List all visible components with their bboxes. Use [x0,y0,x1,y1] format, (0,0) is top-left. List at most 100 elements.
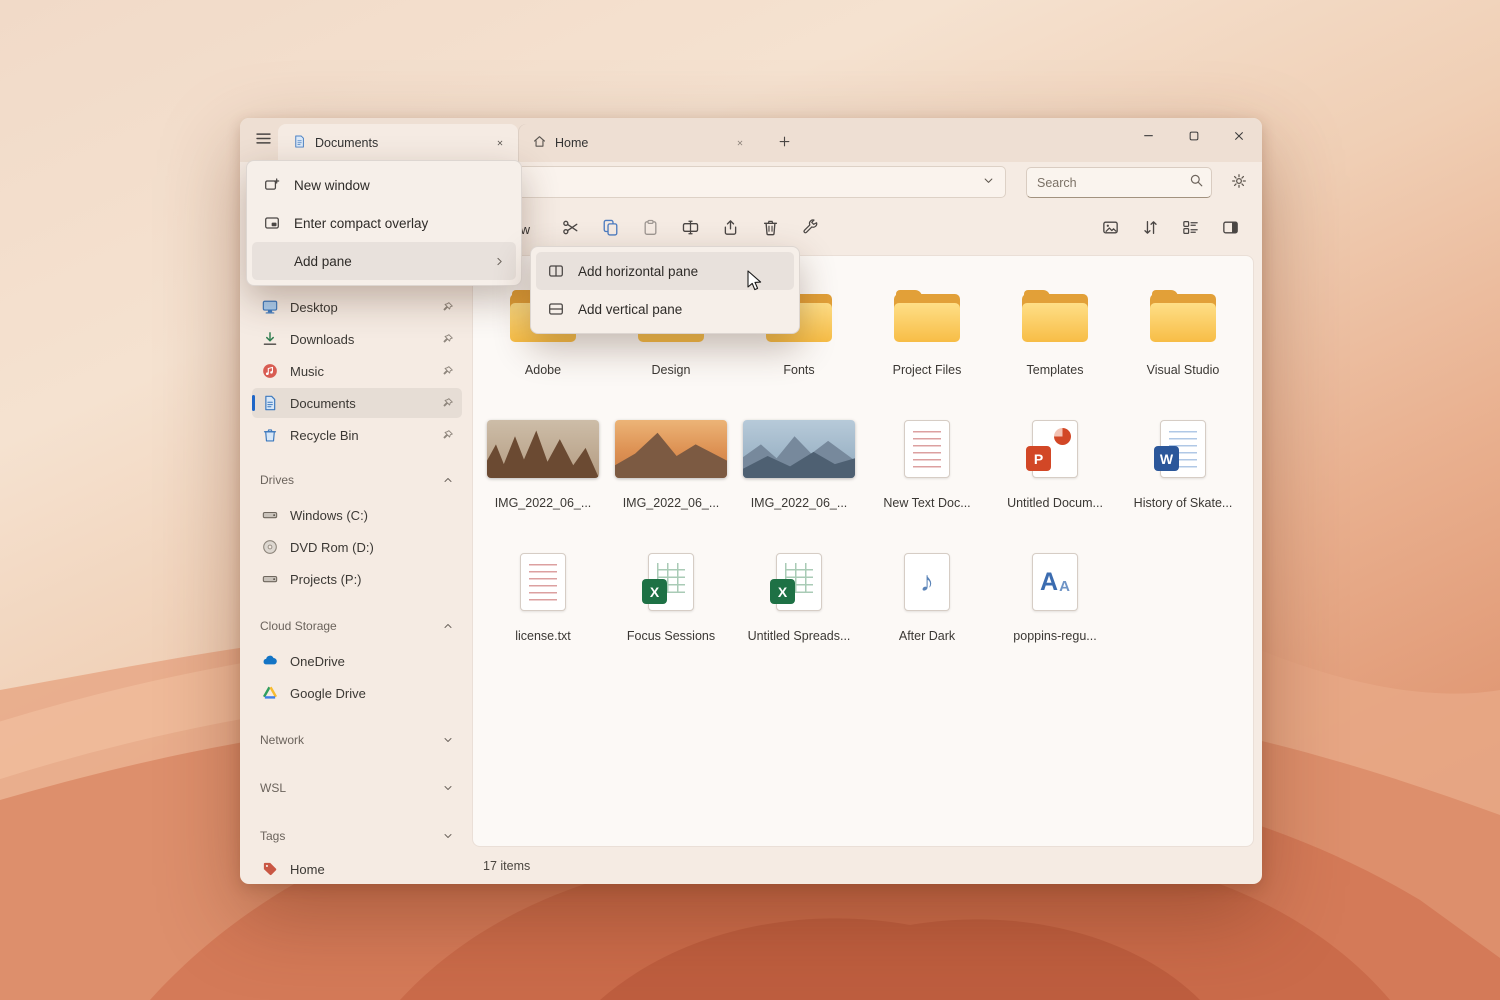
audio-file-item[interactable]: ♪ After Dark [863,540,991,643]
excel-file-icon: X [776,553,822,611]
new-window-icon [262,176,282,194]
powerpoint-file-item[interactable]: P Untitled Docum... [991,407,1119,510]
layout-button[interactable] [1172,211,1208,247]
submenu-item-add-vertical-pane[interactable]: Add vertical pane [536,290,794,328]
search-box[interactable] [1026,167,1212,198]
sidebar-section-network[interactable]: Network [260,727,460,753]
sidebar-item-google-drive[interactable]: Google Drive [252,678,462,708]
image-file-item[interactable]: IMG_2022_06_... [735,407,863,510]
excel-file-item[interactable]: X Focus Sessions [607,540,735,643]
pin-icon[interactable] [441,397,454,410]
close-button[interactable] [1216,120,1261,154]
pin-icon[interactable] [441,301,454,314]
minimize-button[interactable] [1126,120,1171,154]
address-dropdown-chevron[interactable] [975,169,1001,195]
sidebar-item-music[interactable]: Music [252,356,462,386]
image-file-item[interactable]: IMG_2022_06_... [479,407,607,510]
close-icon [735,136,745,151]
tab-home[interactable]: Home [518,124,758,162]
share-button[interactable] [712,211,748,247]
cut-button[interactable] [552,211,588,247]
details-pane-icon [1221,218,1240,240]
status-bar: 17 items [483,859,530,873]
chevron-down-icon[interactable] [442,830,454,842]
new-tab-button[interactable] [770,130,798,156]
font-file-item[interactable]: AA poppins-regu... [991,540,1119,643]
grid-row-files-1: IMG_2022_06_... IMG_2022_06_... IMG_2022… [479,407,1247,510]
tab-close-button[interactable] [730,133,750,153]
maximize-button[interactable] [1171,120,1216,154]
sidebar-item-dvd-d[interactable]: DVD Rom (D:) [252,532,462,562]
sidebar-section-cloud-storage[interactable]: Cloud Storage [260,613,460,639]
sort-button[interactable] [1132,211,1168,247]
pin-icon[interactable] [441,429,454,442]
sidebar-item-label: Downloads [290,332,354,347]
tab-label: Home [555,136,588,150]
text-file-icon [520,553,566,611]
sidebar-item-documents[interactable]: Documents [252,388,462,418]
audio-file-icon: ♪ [904,553,950,611]
paste-button[interactable] [632,211,668,247]
pin-icon[interactable] [441,365,454,378]
details-pane-button[interactable] [1212,211,1248,247]
chevron-up-icon[interactable] [442,620,454,632]
text-file-item[interactable]: New Text Doc... [863,407,991,510]
navigation-menu-button[interactable] [248,126,278,154]
search-input[interactable] [1037,176,1188,190]
app-menu: New window Enter compact overlay Add pan… [246,160,522,286]
sidebar-section-tags[interactable]: Tags [260,823,460,849]
menu-item-compact-overlay[interactable]: Enter compact overlay [252,204,516,242]
section-title: Cloud Storage [260,619,337,633]
excel-file-item[interactable]: X Untitled Spreads... [735,540,863,643]
share-icon [721,218,740,240]
maximize-icon [1186,128,1202,147]
rename-icon [681,218,700,240]
menu-item-add-pane[interactable]: Add pane [252,242,516,280]
section-title: Tags [260,829,285,843]
menu-item-new-window[interactable]: New window [252,166,516,204]
copy-icon [601,218,620,240]
sidebar-item-windows-c[interactable]: Windows (C:) [252,500,462,530]
sidebar-item-recycle-bin[interactable]: Recycle Bin [252,420,462,450]
sidebar-item-desktop[interactable]: Desktop [252,292,462,322]
powerpoint-file-icon: P [1032,420,1078,478]
sidebar-item-tag-home[interactable]: Home [252,854,462,884]
gear-icon [1230,172,1248,193]
properties-button[interactable] [792,211,828,247]
music-icon [260,362,280,380]
selection-accent-bar [252,395,255,411]
settings-button[interactable] [1222,166,1256,198]
chevron-down-icon [981,173,996,191]
grid-row-files-2: license.txt X Focus Sessions X Untitled … [479,540,1119,643]
folder-item[interactable]: Templates [991,274,1119,377]
word-file-item[interactable]: W History of Skate... [1119,407,1247,510]
sidebar-item-label: Home [290,862,325,877]
delete-button[interactable] [752,211,788,247]
sidebar-item-downloads[interactable]: Downloads [252,324,462,354]
tab-close-button[interactable] [490,133,510,153]
copy-button[interactable] [592,211,628,247]
downloads-icon [260,330,280,348]
text-file-item[interactable]: license.txt [479,540,607,643]
rename-button[interactable] [672,211,708,247]
sidebar-section-wsl[interactable]: WSL [260,775,460,801]
chevron-down-icon[interactable] [442,782,454,794]
sidebar-item-onedrive[interactable]: OneDrive [252,646,462,676]
tab-documents[interactable]: Documents [278,124,518,162]
files-app-window: Documents Home [240,118,1262,884]
chevron-up-icon[interactable] [442,474,454,486]
folder-icon [894,274,960,358]
pin-icon[interactable] [441,333,454,346]
file-grid: Adobe Design Fonts Project Files Templat… [472,255,1254,847]
folder-item[interactable]: Project Files [863,274,991,377]
sidebar-section-drives[interactable]: Drives [260,467,460,493]
sidebar-item-projects-p[interactable]: Projects (P:) [252,564,462,594]
folder-item[interactable]: Visual Studio [1119,274,1247,377]
image-options-button[interactable] [1092,211,1128,247]
chevron-down-icon[interactable] [442,734,454,746]
google-drive-icon [260,684,280,702]
image-file-item[interactable]: IMG_2022_06_... [607,407,735,510]
titlebar: Documents Home [240,118,1262,162]
image-icon [1101,218,1120,240]
font-file-icon: AA [1032,553,1078,611]
